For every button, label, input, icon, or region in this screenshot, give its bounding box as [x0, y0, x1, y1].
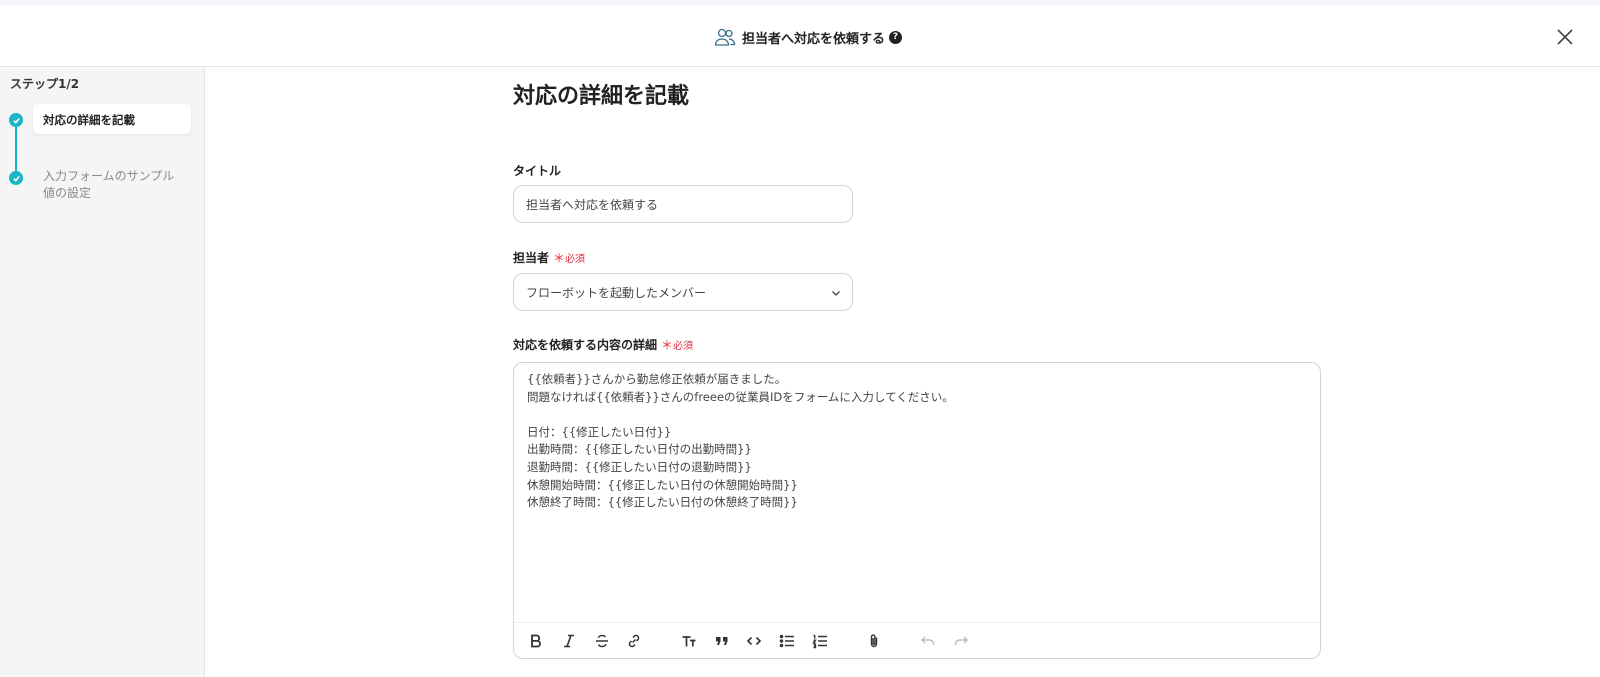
editor-toolbar — [514, 622, 1320, 658]
step-item-detail[interactable]: 対応の詳細を記載 — [33, 104, 191, 134]
required-text: 必須 — [565, 254, 586, 265]
modal-title: 担当者へ対応を依頼する — [742, 31, 886, 47]
step-count: ステップ1/2 — [10, 77, 80, 91]
modal-header: 担当者へ対応を依頼する ? — [0, 6, 1600, 67]
step-item-sample-values[interactable]: 入力フォームのサンプル値の設定 — [43, 168, 183, 202]
text-size-icon[interactable] — [679, 631, 699, 651]
detail-label: 対応を依頼する内容の詳細 — [513, 338, 658, 352]
strikethrough-icon[interactable] — [592, 631, 612, 651]
required-star: ＊ — [661, 338, 674, 352]
header-title-group: 担当者へ対応を依頼する ? — [714, 26, 903, 48]
numbered-list-icon[interactable] — [810, 631, 830, 651]
title-input[interactable] — [513, 185, 853, 223]
required-badge: ＊必須 — [661, 338, 694, 352]
required-text: 必須 — [673, 341, 694, 352]
title-label: タイトル — [513, 164, 562, 178]
assignee-select[interactable]: フローボットを起動したメンバー — [513, 273, 853, 311]
page-title: 対応の詳細を記載 — [513, 84, 690, 109]
question-circle-icon[interactable]: ? — [889, 30, 903, 44]
redo-icon[interactable] — [951, 631, 971, 651]
bold-icon[interactable] — [526, 631, 546, 651]
assignee-selected-value: フローボットを起動したメンバー — [526, 285, 707, 300]
detail-editor-content[interactable]: {{依頼者}}さんから勤怠修正依頼が届きました。 問題なければ{{依頼者}}さん… — [527, 371, 1307, 611]
step-connector — [15, 121, 17, 178]
assignee-label: 担当者 — [513, 251, 550, 265]
assignee-label-row: 担当者 ＊必須 — [513, 249, 585, 266]
quote-icon[interactable] — [712, 631, 732, 651]
close-icon[interactable] — [1553, 25, 1577, 49]
required-star: ＊ — [553, 251, 566, 265]
code-icon[interactable] — [744, 631, 764, 651]
users-icon — [714, 27, 736, 47]
link-icon[interactable] — [624, 631, 644, 651]
check-icon — [9, 171, 23, 185]
detail-rich-editor: {{依頼者}}さんから勤怠修正依頼が届きました。 問題なければ{{依頼者}}さん… — [513, 362, 1321, 659]
attachment-icon[interactable] — [864, 631, 884, 651]
required-badge: ＊必須 — [553, 251, 586, 265]
italic-icon[interactable] — [559, 631, 579, 651]
undo-icon[interactable] — [918, 631, 938, 651]
check-icon — [9, 113, 23, 127]
chevron-down-icon — [831, 290, 841, 297]
bullet-list-icon[interactable] — [777, 631, 797, 651]
steps-sidebar: ステップ1/2 対応の詳細を記載 入力フォームのサンプル値の設定 — [0, 68, 205, 677]
detail-label-row: 対応を依頼する内容の詳細 ＊必須 — [513, 336, 693, 353]
